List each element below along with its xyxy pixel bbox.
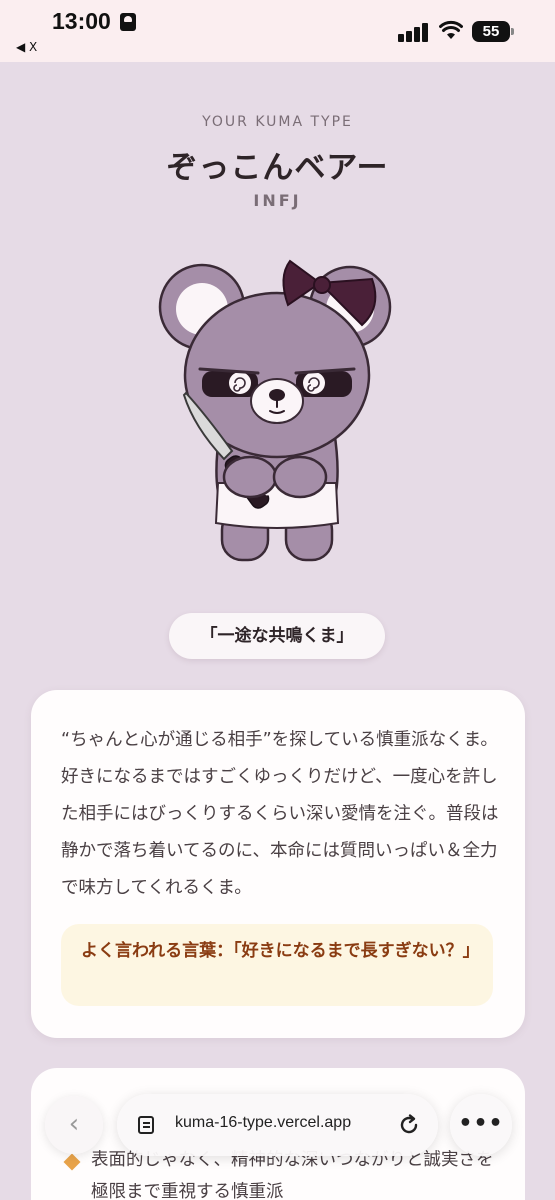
address-bar[interactable]: kuma-16-type.vercel.app (117, 1094, 438, 1156)
common-phrase-callout: よく言われる言葉：「好きになるまで長すぎない？」 (61, 924, 493, 1006)
browser-back-button[interactable]: ‹ (45, 1096, 103, 1154)
mbti-code: INFJ (253, 191, 302, 210)
status-time: 13:00 (52, 8, 111, 34)
tagline-badge: 「一途な共鳴くま」 (169, 613, 385, 659)
back-to-app-link[interactable]: ◀ X (16, 40, 37, 54)
bear-illustration (158, 259, 392, 562)
reload-icon[interactable] (397, 1113, 421, 1137)
more-options-button[interactable]: ••• (450, 1094, 512, 1156)
type-description: “ちゃんと心が通じる相手”を探している慎重派なくま。好きになるまではすごくゆっく… (61, 730, 499, 898)
description-card: “ちゃんと心が通じる相手”を探している慎重派なくま。好きになるまではすごくゆっく… (31, 690, 525, 1038)
result-kicker: YOUR KUMA TYPE (202, 114, 353, 130)
type-name: ぞっこんベアー (166, 150, 389, 186)
contact-card-icon (120, 13, 136, 31)
wifi-icon (439, 20, 463, 39)
url-text[interactable]: kuma-16-type.vercel.app (175, 1114, 351, 1132)
cellular-signal-icon (398, 22, 430, 42)
battery-icon: 55 (472, 21, 514, 42)
page-menu-icon[interactable] (137, 1115, 157, 1135)
status-bar: 13:00 ◀ X 55 (0, 0, 555, 62)
